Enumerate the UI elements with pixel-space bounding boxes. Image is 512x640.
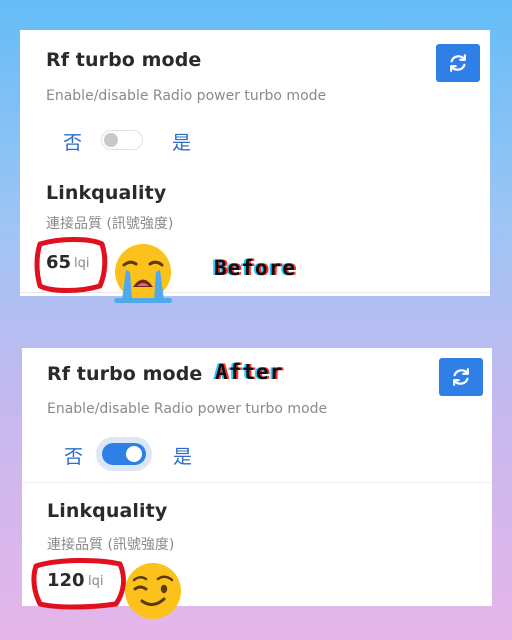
red-circle-annotation xyxy=(34,237,108,293)
toggle-on-label: 是 xyxy=(173,446,193,468)
rf-turbo-title: Rf turbo mode xyxy=(46,49,202,71)
winking-face-icon xyxy=(125,563,181,619)
rf-turbo-subtitle: Enable/disable Radio power turbo mode xyxy=(47,401,328,417)
toggle-on-label: 是 xyxy=(172,132,192,154)
linkquality-subtitle: 連接品質 (訊號強度) xyxy=(47,537,175,553)
linkquality-title: Linkquality xyxy=(47,500,168,522)
row-divider xyxy=(22,482,492,483)
refresh-button[interactable] xyxy=(439,358,483,396)
toggle-knob xyxy=(126,446,142,462)
rf-turbo-toggle[interactable] xyxy=(102,443,146,465)
refresh-icon xyxy=(453,368,469,386)
rf-turbo-title: Rf turbo mode xyxy=(47,363,203,385)
toggle-off-label: 否 xyxy=(64,446,84,468)
toggle-knob xyxy=(104,133,118,147)
before-annotation: Before xyxy=(214,256,296,280)
linkquality-subtitle: 連接品質 (訊號強度) xyxy=(46,216,174,232)
after-annotation: After xyxy=(215,360,284,384)
refresh-icon xyxy=(450,54,466,72)
rf-turbo-subtitle: Enable/disable Radio power turbo mode xyxy=(46,88,327,104)
red-circle-annotation xyxy=(31,558,126,610)
linkquality-title: Linkquality xyxy=(46,182,167,204)
crying-face-icon xyxy=(114,244,172,303)
toggle-off-label: 否 xyxy=(63,132,83,154)
refresh-button[interactable] xyxy=(436,44,480,82)
rf-turbo-toggle[interactable] xyxy=(101,130,143,150)
